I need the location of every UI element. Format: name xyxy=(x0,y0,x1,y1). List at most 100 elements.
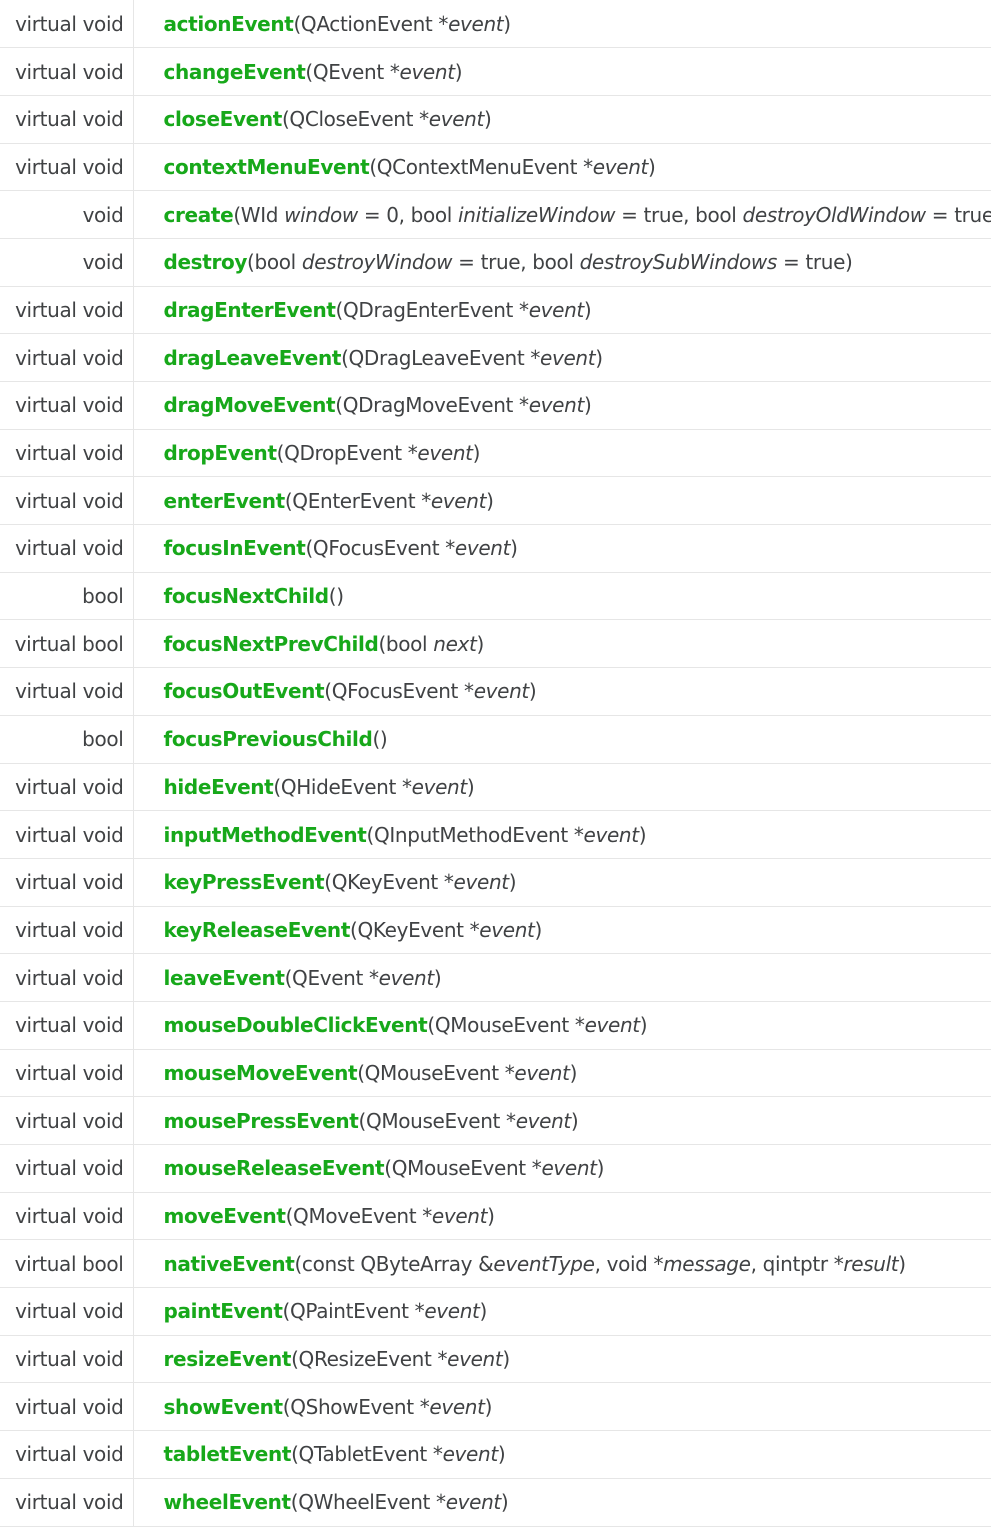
function-name-link[interactable]: showEvent xyxy=(164,1395,284,1419)
function-name-link[interactable]: mousePressEvent xyxy=(164,1109,359,1133)
table-row: virtual void paintEvent(QPaintEvent *even… xyxy=(0,1287,991,1336)
parameter-name: event xyxy=(584,1013,641,1038)
function-name-link[interactable]: mouseMoveEvent xyxy=(164,1061,358,1085)
return-type: virtual void xyxy=(0,0,134,49)
function-name-link[interactable]: destroy xyxy=(164,250,248,274)
parameter-name: event xyxy=(528,393,585,418)
return-type: virtual void xyxy=(0,763,134,812)
table-row: virtual void leaveEvent(QEvent *event) xyxy=(0,953,991,1002)
return-type: virtual void xyxy=(0,95,134,144)
signature-text: ) xyxy=(596,1156,605,1181)
table-row: virtual void mousePressEvent(QMouseEvent … xyxy=(0,1096,991,1145)
signature-text: ) xyxy=(534,917,543,942)
parameter-name: event xyxy=(424,1299,480,1324)
signature-text: (QMoveEvent * xyxy=(285,1204,433,1229)
table-row: virtual void wheelEvent(QWheelEvent *even… xyxy=(0,1478,991,1527)
function-name-link[interactable]: keyReleaseEvent xyxy=(164,918,351,942)
table-row: virtual void dragEnterEvent(QDragEnterEve… xyxy=(0,286,991,335)
return-type: virtual void xyxy=(0,1049,134,1098)
table-row: virtual void focusOutEvent(QFocusEvent *e… xyxy=(0,667,991,716)
return-type: virtual void xyxy=(0,1144,134,1193)
table-row: void create(WId window = 0, bool initiali… xyxy=(0,190,991,239)
signature-text: (QPaintEvent * xyxy=(282,1299,425,1324)
table-row: virtual void mouseReleaseEvent(QMouseEven… xyxy=(0,1144,991,1193)
signature-text: (QEvent * xyxy=(284,965,379,990)
function-name-link[interactable]: wheelEvent xyxy=(164,1490,292,1514)
parameter-name: event xyxy=(592,154,649,179)
function-name-link[interactable]: contextMenuEvent xyxy=(164,155,370,179)
function-name-link[interactable]: actionEvent xyxy=(164,12,294,36)
function-name-link[interactable]: focusOutEvent xyxy=(164,679,325,703)
function-name-link[interactable]: keyPressEvent xyxy=(164,870,325,894)
function-name-link[interactable]: paintEvent xyxy=(164,1299,283,1323)
function-name-link[interactable]: hideEvent xyxy=(164,775,274,799)
function-name-link[interactable]: dragEnterEvent xyxy=(164,298,336,322)
function-name-link[interactable]: mouseReleaseEvent xyxy=(164,1156,385,1180)
return-type: virtual void xyxy=(0,1001,134,1050)
function-name-link[interactable]: tabletEvent xyxy=(164,1442,292,1466)
return-type: virtual void xyxy=(0,429,134,478)
return-type: virtual void xyxy=(0,1335,134,1384)
return-type: void xyxy=(0,190,134,239)
signature-text: ) xyxy=(484,1394,493,1419)
function-name-link[interactable]: leaveEvent xyxy=(164,966,285,990)
signature-text: (QDragLeaveEvent * xyxy=(341,345,541,370)
parameter-name: event xyxy=(442,1442,499,1467)
return-type: virtual bool xyxy=(0,1239,134,1289)
parameter-name: destroyOldWindow xyxy=(742,202,927,227)
signature-text: ) xyxy=(528,679,537,704)
signature-text: ) xyxy=(648,154,656,179)
function-name-link[interactable]: changeEvent xyxy=(164,60,306,84)
function-name-link[interactable]: focusNextPrevChild xyxy=(164,632,379,656)
return-type: virtual bool xyxy=(0,619,134,669)
signature-text: (QDragMoveEvent * xyxy=(335,393,529,418)
function-name-link[interactable]: dragMoveEvent xyxy=(164,393,336,417)
function-signature: showEvent(QShowEvent *event) xyxy=(133,1382,991,1432)
function-name-link[interactable]: dragLeaveEvent xyxy=(164,346,342,370)
function-signature: focusOutEvent(QFocusEvent *event) xyxy=(133,667,991,716)
function-signature: keyReleaseEvent(QKeyEvent *event) xyxy=(133,906,991,955)
signature-text: ) xyxy=(483,107,492,132)
table-row: bool focusPreviousChild() xyxy=(0,715,991,764)
table-row: virtual void enterEvent(QEnterEvent *even… xyxy=(0,476,991,526)
parameter-name: event xyxy=(515,1108,572,1133)
parameter-name: event xyxy=(454,536,511,561)
table-row: bool focusNextChild() xyxy=(0,572,991,621)
signature-text: ) xyxy=(476,631,485,656)
parameter-name: event xyxy=(417,441,473,466)
function-signature: dropEvent(QDropEvent *event) xyxy=(133,429,991,478)
signature-text: (QShowEvent * xyxy=(282,1394,430,1419)
table-row: virtual void mouseMoveEvent(QMouseEvent *… xyxy=(0,1049,991,1098)
signature-text: (QCloseEvent * xyxy=(281,107,429,132)
return-type: bool xyxy=(0,715,134,764)
function-name-link[interactable]: focusNextChild xyxy=(164,584,330,608)
parameter-name: event xyxy=(448,11,504,36)
function-name-link[interactable]: dropEvent xyxy=(164,441,278,465)
return-type: void xyxy=(0,238,134,287)
return-type: virtual void xyxy=(0,1430,134,1479)
function-name-link[interactable]: moveEvent xyxy=(164,1204,286,1228)
function-name-link[interactable]: resizeEvent xyxy=(164,1347,292,1371)
signature-text: (QMouseEvent * xyxy=(384,1156,542,1181)
parameter-name: event xyxy=(378,965,435,990)
function-name-link[interactable]: inputMethodEvent xyxy=(164,823,367,847)
function-signature: keyPressEvent(QKeyEvent *event) xyxy=(133,858,991,907)
function-name-link[interactable]: focusInEvent xyxy=(164,536,306,560)
parameter-name: event xyxy=(445,1490,502,1515)
parameter-name: event xyxy=(528,297,585,322)
function-name-link[interactable]: enterEvent xyxy=(164,489,286,513)
table-row: virtual void dragMoveEvent(QDragMoveEvent… xyxy=(0,381,991,430)
return-type: virtual void xyxy=(0,524,134,573)
function-name-link[interactable]: create xyxy=(164,203,234,227)
function-name-link[interactable]: nativeEvent xyxy=(164,1252,295,1276)
parameter-name: event xyxy=(429,1394,485,1419)
table-row: virtual void tabletEvent(QTabletEvent *ev… xyxy=(0,1430,991,1479)
function-signature: paintEvent(QPaintEvent *event) xyxy=(133,1287,991,1336)
signature-text: (const QByteArray & xyxy=(294,1251,494,1276)
function-name-link[interactable]: mouseDoubleClickEvent xyxy=(164,1013,428,1037)
table-row: virtual void focusInEvent(QFocusEvent *ev… xyxy=(0,524,991,573)
signature-text: (QWheelEvent * xyxy=(290,1490,446,1515)
function-signature: hideEvent(QHideEvent *event) xyxy=(133,763,991,812)
function-name-link[interactable]: focusPreviousChild xyxy=(164,727,373,751)
function-name-link[interactable]: closeEvent xyxy=(164,107,283,131)
